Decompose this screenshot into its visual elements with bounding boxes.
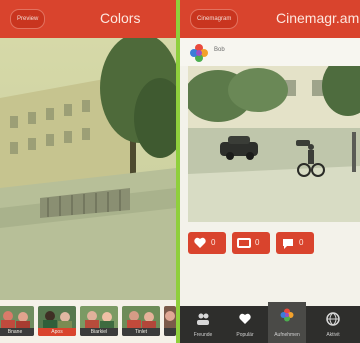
cinemagram-feed-screen: Cinemagram Cinemagr.am Bob 0 0 0 Freunde…	[180, 0, 360, 343]
tab-friends-label: Freunde	[193, 332, 213, 338]
user-avatar[interactable]	[188, 42, 210, 64]
user-name[interactable]: Bob	[214, 47, 225, 53]
filter-thumb-1[interactable]: Bnane	[0, 306, 34, 336]
tab-popular-label: Populär	[236, 332, 254, 338]
colors-title: Colors	[100, 10, 141, 26]
filtered-photo-preview	[0, 38, 176, 300]
globe-icon	[326, 312, 340, 326]
repost-count: 0	[255, 238, 260, 247]
filter-thumb-4-label: Tinlet	[122, 328, 160, 336]
post-user-row: Bob	[180, 38, 360, 66]
tab-popular[interactable]: Populär	[226, 306, 264, 343]
tab-friends[interactable]: Freunde	[184, 306, 222, 343]
comment-count: 0	[299, 238, 304, 247]
filter-thumb-3[interactable]: Biarkiel	[80, 306, 118, 336]
filter-thumb-2[interactable]: Apos	[38, 306, 76, 336]
filter-thumb-3-label: Biarkiel	[80, 328, 118, 336]
colors-screen: Preview Colors Bnane Apos Biarkiel Tinle…	[0, 0, 176, 343]
filter-thumb-5[interactable]	[164, 306, 176, 336]
tab-activity-label: Aktivit	[326, 332, 340, 338]
filter-thumb-1-label: Bnane	[0, 328, 34, 336]
comment-button[interactable]: 0	[276, 232, 314, 254]
like-button[interactable]: 0	[188, 232, 226, 254]
filter-thumb-2-label: Apos	[38, 328, 76, 336]
cinemagram-post-photo[interactable]	[188, 66, 360, 222]
flower-icon	[280, 308, 294, 322]
tab-record[interactable]: Aufnehmen	[268, 302, 306, 343]
cinemagram-title: Cinemagr.am	[276, 10, 360, 26]
preview-back-button[interactable]: Preview	[10, 9, 46, 29]
filter-thumb-5-label	[164, 328, 176, 336]
colors-topbar: Preview Colors	[0, 0, 176, 38]
heart-icon	[194, 237, 206, 248]
cinemagram-back-button[interactable]: Cinemagram	[190, 9, 239, 29]
cinemagram-topbar: Cinemagram Cinemagr.am	[180, 0, 360, 38]
heart-icon	[239, 313, 251, 324]
people-icon	[197, 313, 209, 325]
filter-strip: Bnane Apos Biarkiel Tinlet	[0, 300, 176, 343]
comment-icon	[283, 239, 293, 249]
filter-thumb-4[interactable]: Tinlet	[122, 306, 160, 336]
bottom-tabbar: Freunde Populär Aufnehmen Aktivit	[180, 302, 360, 343]
post-actions: 0 0 0	[180, 232, 360, 256]
repost-icon	[237, 238, 251, 248]
tab-activity[interactable]: Aktivit	[314, 306, 352, 343]
repost-button[interactable]: 0	[232, 232, 270, 254]
tab-record-label: Aufnehmen	[274, 332, 300, 338]
like-count: 0	[211, 238, 216, 247]
